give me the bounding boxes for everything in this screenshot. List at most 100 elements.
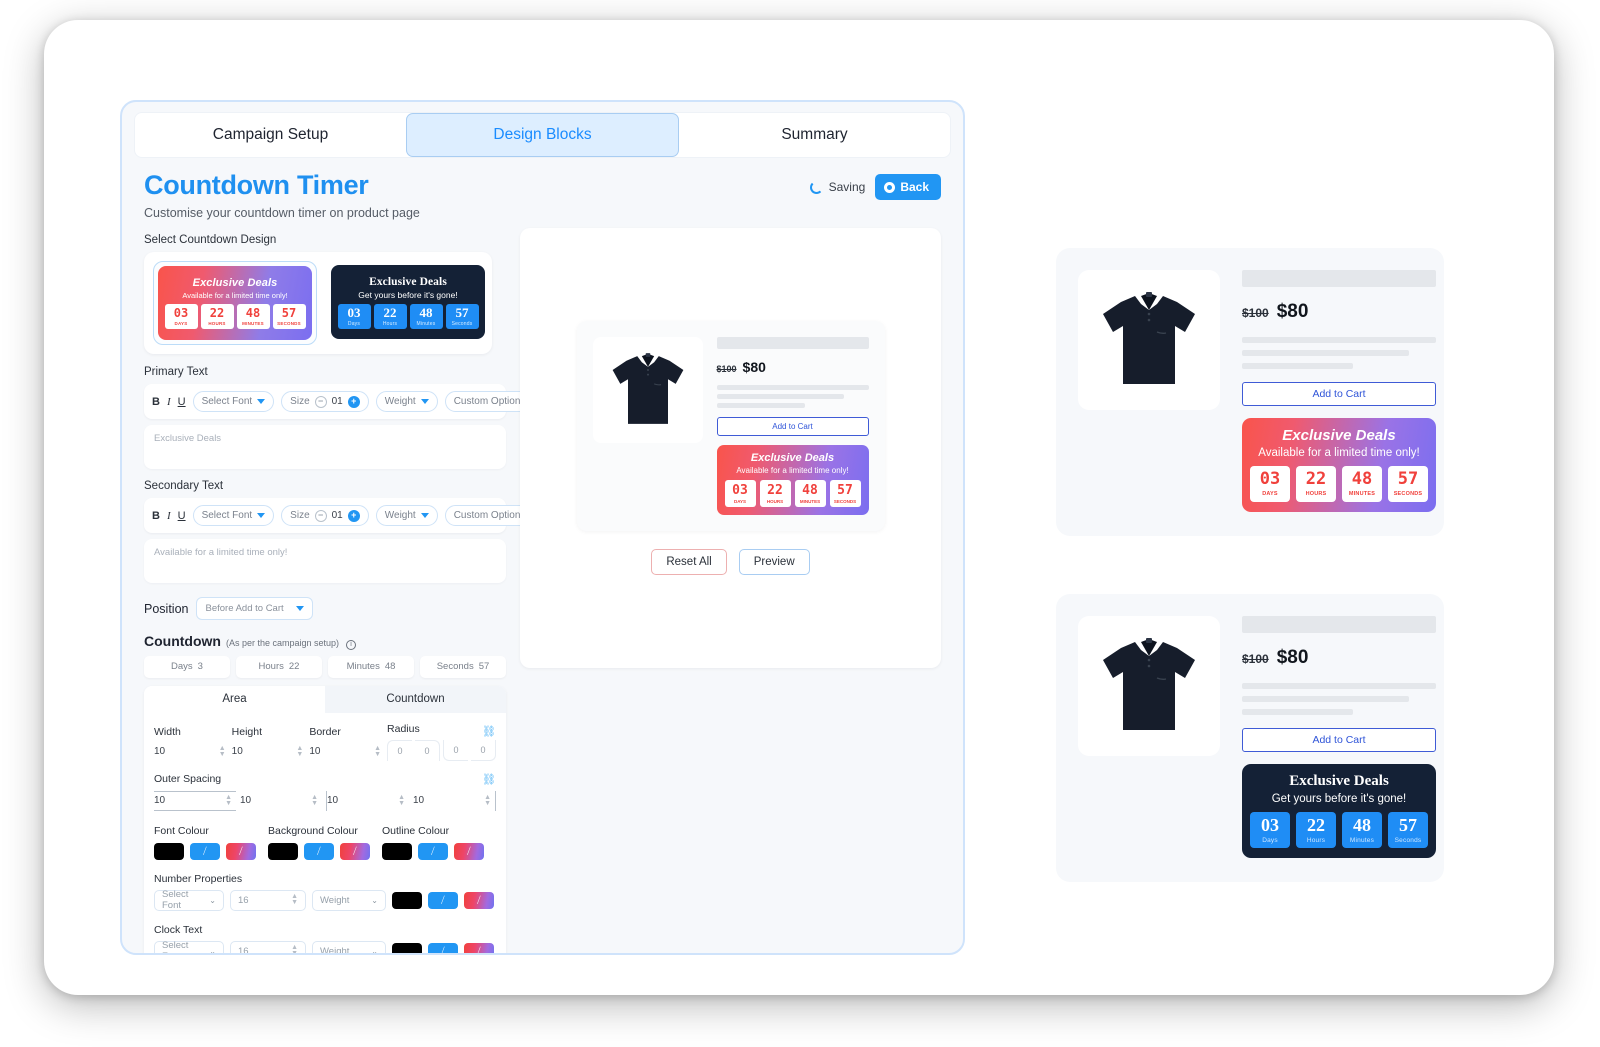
stepper-icon[interactable]: ▲ ▼ — [484, 794, 491, 807]
font-colour-swatch-black[interactable] — [154, 842, 184, 860]
add-to-cart-button[interactable]: Add to Cart — [1242, 728, 1436, 752]
secondary-text-input[interactable]: Available for a limited time only! — [144, 539, 506, 583]
saving-label: Saving — [828, 180, 866, 194]
stepper-icon[interactable]: ▲ ▼ — [219, 745, 226, 758]
primary-font-select[interactable]: Select Font — [192, 391, 275, 412]
secondary-weight-select[interactable]: Weight — [375, 505, 438, 526]
secondary-font-select[interactable]: Select Font — [192, 505, 275, 526]
stepper-icon[interactable]: ▲ ▼ — [374, 745, 381, 758]
product-title-placeholder — [1242, 616, 1436, 633]
size-increment-icon[interactable]: + — [347, 395, 360, 408]
clock-colour-eyedropper-blue[interactable]: ⟋ — [428, 942, 458, 953]
countdown-field-value: 48 — [384, 661, 396, 672]
underline-button[interactable]: U — [178, 396, 186, 408]
outer-spacing-bottom-input[interactable]: 10 ▲ ▼ — [326, 790, 409, 811]
secondary-size-stepper[interactable]: Size − 01 + — [281, 505, 369, 526]
primary-weight-select[interactable]: Weight — [375, 391, 438, 412]
clock-font-select[interactable]: Select Font ⌄ — [154, 940, 224, 953]
outline-colour-eyedropper-blue[interactable]: ⟋ — [418, 842, 448, 860]
number-colour-swatch-black[interactable] — [392, 891, 422, 909]
stepper-icon[interactable]: ▲ ▼ — [311, 794, 318, 807]
position-select[interactable]: Before Add to Cart — [196, 597, 313, 620]
radius-field-group: Radius ⛓ 0 0 0 0 — [387, 723, 497, 761]
side-preview-card-gradient: $100 $80 Add to Cart Exclusive Deals Ava… — [1056, 248, 1444, 536]
timer-cell-label: Days — [1262, 837, 1278, 844]
background-colour-eyedropper-gradient[interactable]: ⟋ — [340, 842, 370, 860]
size-decrement-icon[interactable]: − — [314, 509, 327, 522]
italic-button[interactable]: I — [167, 396, 171, 408]
preview-button[interactable]: Preview — [738, 549, 810, 575]
radius-bottom-left-input[interactable]: 0 — [443, 739, 469, 761]
primary-font-label: Select Font — [201, 396, 253, 407]
stepper-icon[interactable]: ▲ ▼ — [296, 745, 303, 758]
timer-cell-label: HOURS — [1305, 491, 1327, 497]
thumb-title: Exclusive Deals — [369, 275, 447, 288]
clock-size-input[interactable]: 16 ▲ ▼ — [230, 940, 306, 953]
radius-top-left-input[interactable]: 0 — [387, 739, 413, 761]
info-icon[interactable]: i — [346, 639, 357, 650]
font-colour-eyedropper-gradient[interactable]: ⟋ — [226, 842, 256, 860]
secondary-weight-label: Weight — [384, 510, 416, 521]
tab-campaign-setup[interactable]: Campaign Setup — [135, 113, 406, 157]
outline-colour-eyedropper-gradient[interactable]: ⟋ — [454, 842, 484, 860]
link-icon[interactable]: ⛓ — [482, 773, 496, 786]
timer-subtitle: Get yours before it's gone! — [1271, 793, 1407, 805]
bold-button[interactable]: B — [152, 510, 160, 522]
countdown-field-value: 57 — [478, 661, 490, 672]
countdown-field-days[interactable]: Days 3 — [144, 655, 230, 678]
stepper-icon[interactable]: ▲ ▼ — [225, 794, 232, 807]
stepper-icon[interactable]: ▲ ▼ — [291, 944, 298, 953]
tab-design-blocks[interactable]: Design Blocks — [406, 113, 679, 157]
reset-all-button[interactable]: Reset All — [651, 549, 727, 575]
bold-button[interactable]: B — [152, 396, 160, 408]
italic-button[interactable]: I — [167, 510, 171, 522]
clock-colour-swatch-black[interactable] — [392, 942, 422, 953]
countdown-field-minutes[interactable]: Minutes 48 — [328, 655, 414, 678]
width-input[interactable]: 10 ▲ ▼ — [154, 743, 232, 761]
design-option-gradient[interactable]: Exclusive Deals Available for a limited … — [153, 261, 317, 345]
background-colour-eyedropper-blue[interactable]: ⟋ — [304, 842, 334, 860]
timer-cell-minutes: 48 Minutes — [1342, 812, 1382, 848]
underline-button[interactable]: U — [178, 510, 186, 522]
eyedropper-icon: ⟋ — [200, 844, 210, 857]
number-colour-eyedropper-gradient[interactable]: ⟋ — [464, 891, 494, 909]
number-size-input[interactable]: 16 ▲ ▼ — [230, 889, 306, 911]
border-input[interactable]: 10 ▲ ▼ — [309, 743, 387, 761]
number-colour-eyedropper-blue[interactable]: ⟋ — [428, 891, 458, 909]
tab-area[interactable]: Area — [144, 685, 325, 713]
height-input[interactable]: 10 ▲ ▼ — [232, 743, 310, 761]
countdown-field-seconds[interactable]: Seconds 57 — [420, 655, 506, 678]
polo-shirt-icon — [1103, 292, 1195, 384]
font-colour-eyedropper-blue[interactable]: ⟋ — [190, 842, 220, 860]
countdown-field-hours[interactable]: Hours 22 — [236, 655, 322, 678]
link-icon[interactable]: ⛓ — [482, 725, 496, 738]
outer-spacing-top-input[interactable]: 10 ▲ ▼ — [154, 790, 236, 811]
primary-size-stepper[interactable]: Size − 01 + — [281, 391, 369, 412]
outer-spacing-right-input[interactable]: 10 ▲ ▼ — [240, 791, 322, 811]
add-to-cart-button[interactable]: Add to Cart — [1242, 382, 1436, 406]
primary-text-input[interactable]: Exclusive Deals — [144, 425, 506, 469]
eyedropper-icon: ⟋ — [474, 893, 484, 906]
radius-top-right-input[interactable]: 0 — [415, 739, 441, 761]
number-weight-select[interactable]: Weight ⌄ — [312, 889, 386, 911]
outer-spacing-left-input[interactable]: 10 ▲ ▼ — [413, 790, 496, 811]
background-colour-swatch-black[interactable] — [268, 842, 298, 860]
timer-cell-label: DAYS — [733, 498, 747, 504]
outline-colour-swatch-black[interactable] — [382, 842, 412, 860]
clock-weight-select[interactable]: Weight ⌄ — [312, 940, 386, 953]
tab-countdown[interactable]: Countdown — [325, 685, 506, 713]
secondary-custom-label: Custom Option — [453, 510, 521, 521]
design-option-dark[interactable]: Exclusive Deals Get yours before it's go… — [327, 261, 489, 345]
add-to-cart-button[interactable]: Add to Cart — [716, 417, 869, 436]
size-increment-icon[interactable]: + — [347, 509, 360, 522]
product-description-placeholder — [1242, 683, 1436, 715]
radius-bottom-right-input[interactable]: 0 — [471, 739, 497, 761]
stepper-icon[interactable]: ▲ ▼ — [398, 794, 405, 807]
back-button[interactable]: Back — [875, 174, 941, 200]
number-font-select[interactable]: Select Font ⌄ — [154, 889, 224, 911]
size-decrement-icon[interactable]: − — [314, 395, 327, 408]
tab-summary[interactable]: Summary — [679, 113, 950, 157]
clock-colour-eyedropper-gradient[interactable]: ⟋ — [464, 942, 494, 953]
stepper-icon[interactable]: ▲ ▼ — [291, 893, 298, 906]
thumb-cell-value: 48 — [245, 306, 261, 320]
